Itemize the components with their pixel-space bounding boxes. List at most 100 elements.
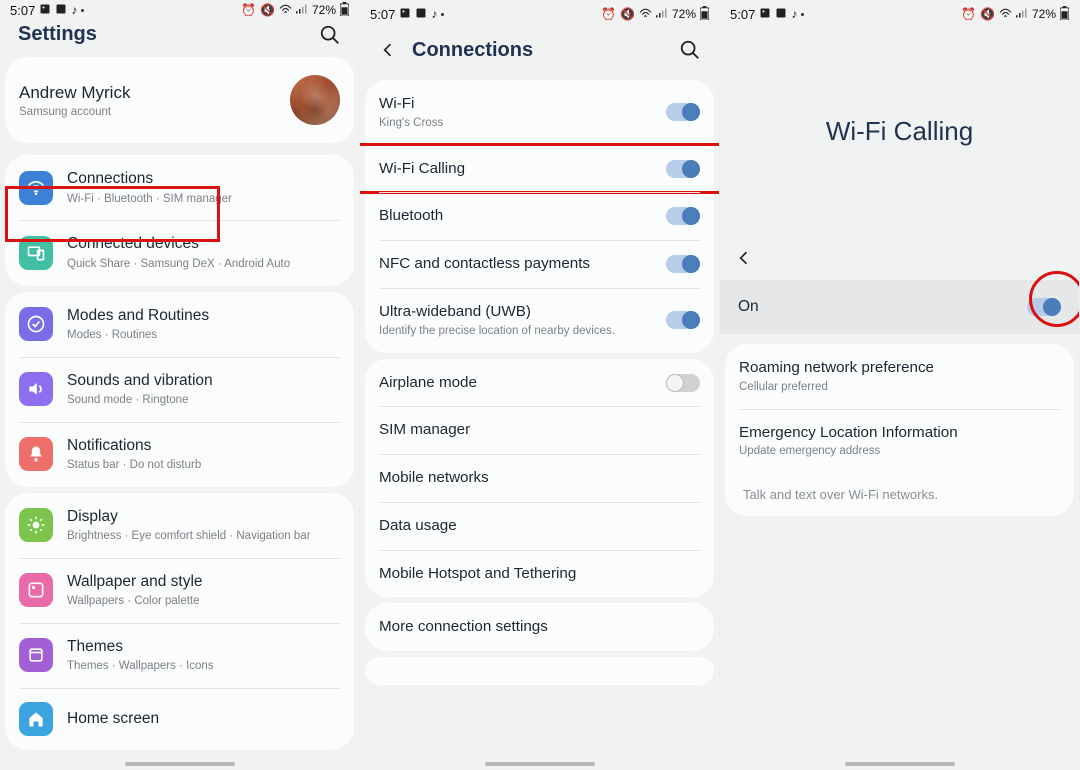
- image-icon: [399, 7, 411, 21]
- settings-row-notifications[interactable]: Notifications Status bar · Do not disturb: [5, 422, 354, 487]
- back-button[interactable]: [378, 40, 398, 60]
- header: Settings: [0, 18, 359, 51]
- sound-icon: [19, 372, 53, 406]
- row-title: Wi-Fi: [379, 94, 666, 114]
- row-sub: Themes · Wallpapers · Icons: [67, 659, 340, 674]
- alarm-icon: ⏰: [961, 8, 976, 20]
- master-toggle-row[interactable]: On: [720, 280, 1079, 334]
- settings-row-connected-devices[interactable]: Connected devicesQuick Share · Samsung D…: [5, 220, 354, 285]
- conn-row-bluetooth[interactable]: Bluetooth: [365, 192, 714, 240]
- row-title: NFC and contactless payments: [379, 254, 666, 274]
- signal-icon: [656, 8, 668, 20]
- home-icon: [19, 702, 53, 736]
- toggle-switch[interactable]: [1027, 298, 1061, 316]
- row-title: SIM manager: [379, 420, 700, 440]
- settings-row-connections[interactable]: Connections Wi-Fi · Bluetooth · SIM manag…: [5, 155, 354, 220]
- signal-icon: [296, 4, 308, 16]
- profile-name: Andrew Myrick: [19, 83, 290, 103]
- on-label: On: [738, 298, 1027, 316]
- conn-row-nfc-and-contactless-payments[interactable]: NFC and contactless payments: [365, 240, 714, 288]
- battery-icon: [1060, 6, 1069, 22]
- page-title: Settings: [18, 23, 97, 46]
- alarm-icon: ⏰: [601, 8, 616, 20]
- row-title: Connections: [67, 169, 340, 189]
- row-title: Wallpaper and style: [67, 572, 340, 592]
- back-button[interactable]: [734, 248, 754, 268]
- row-sub: Wi-Fi · Bluetooth · SIM manager: [67, 192, 340, 207]
- wifi-row-emergency-location-information[interactable]: Emergency Location InformationUpdate eme…: [725, 409, 1074, 474]
- devices-icon: [19, 236, 53, 270]
- clock-text: 5:07: [730, 7, 755, 22]
- conn-row-mobile-hotspot-and-tethering[interactable]: Mobile Hotspot and Tethering: [365, 550, 714, 598]
- row-title: Data usage: [379, 516, 700, 536]
- conn-row-more-connection-settings[interactable]: More connection settings: [365, 603, 714, 651]
- music-icon: ♪: [71, 4, 77, 16]
- connections-card: Airplane mode SIM manager Mobile networks D…: [365, 359, 714, 598]
- conn-row-data-usage[interactable]: Data usage: [365, 502, 714, 550]
- row-title: Wi-Fi Calling: [379, 159, 666, 179]
- row-title: Emergency Location Information: [739, 423, 1060, 443]
- image-icon: [39, 3, 51, 17]
- avatar[interactable]: [290, 75, 340, 125]
- battery-text: 72%: [672, 7, 696, 21]
- settings-row-home-screen[interactable]: Home screen: [5, 688, 354, 750]
- nav-handle[interactable]: [845, 762, 955, 766]
- more-icon: [801, 13, 804, 16]
- settings-row-sounds-and-vibration[interactable]: Sounds and vibrationSound mode · Rington…: [5, 357, 354, 422]
- toggle-switch[interactable]: [666, 207, 700, 225]
- settings-card: Connections Wi-Fi · Bluetooth · SIM manag…: [5, 155, 354, 285]
- footnote: Talk and text over Wi-Fi networks.: [725, 473, 1074, 516]
- conn-row-wi-fi-calling[interactable]: Wi-Fi Calling: [365, 145, 714, 193]
- row-title: Roaming network preference: [739, 358, 1060, 378]
- hero: Wi-Fi Calling: [720, 26, 1079, 236]
- conn-row-mobile-networks[interactable]: Mobile networks: [365, 454, 714, 502]
- settings-card: DisplayBrightness · Eye comfort shield ·…: [5, 493, 354, 750]
- header: Connections: [360, 26, 719, 74]
- more-icon: [81, 9, 84, 12]
- battery-icon: [700, 6, 709, 22]
- bell-icon: [19, 437, 53, 471]
- music-icon: ♪: [431, 8, 437, 20]
- row-sub: Update emergency address: [739, 444, 1060, 459]
- settings-row-display[interactable]: DisplayBrightness · Eye comfort shield ·…: [5, 493, 354, 558]
- wifi-row-roaming-network-preference[interactable]: Roaming network preferenceCellular prefe…: [725, 344, 1074, 409]
- wifi-icon: [279, 4, 292, 16]
- row-sub: Brightness · Eye comfort shield · Naviga…: [67, 529, 340, 544]
- nav-handle[interactable]: [125, 762, 235, 766]
- screen-settings: 5:07 ♪ ⏰ 🔇 72% Settings: [0, 0, 360, 770]
- conn-row-ultra-wideband-uwb-[interactable]: Ultra-wideband (UWB)Identify the precise…: [365, 288, 714, 353]
- conn-row-blank[interactable]: [365, 657, 714, 685]
- connections-card: [365, 657, 714, 685]
- settings-row-wallpaper-and-style[interactable]: Wallpaper and style Wallpapers · Color pa…: [5, 558, 354, 623]
- row-title: Notifications: [67, 436, 340, 456]
- toggle-switch[interactable]: [666, 160, 700, 178]
- gallery-icon: [55, 3, 67, 17]
- clock-text: 5:07: [370, 7, 395, 22]
- search-icon[interactable]: [679, 39, 701, 61]
- row-sub: King's Cross: [379, 116, 666, 131]
- connections-card: Wi-Fi King's Cross Wi-Fi Calling Bluetooth N…: [365, 80, 714, 353]
- statusbar: 5:07 ♪ ⏰ 🔇 72%: [360, 0, 719, 26]
- settings-row-modes-and-routines[interactable]: Modes and RoutinesModes · Routines: [5, 292, 354, 357]
- gallery-icon: [415, 7, 427, 21]
- themes-icon: [19, 638, 53, 672]
- conn-row-sim-manager[interactable]: SIM manager: [365, 406, 714, 454]
- toggle-switch[interactable]: [666, 103, 700, 121]
- nav-handle[interactable]: [485, 762, 595, 766]
- row-sub: Status bar · Do not disturb: [67, 458, 340, 473]
- row-title: Mobile Hotspot and Tethering: [379, 564, 700, 584]
- toggle-switch[interactable]: [666, 311, 700, 329]
- search-icon[interactable]: [319, 24, 341, 46]
- toggle-switch[interactable]: [666, 374, 700, 392]
- settings-row-themes[interactable]: ThemesThemes · Wallpapers · Icons: [5, 623, 354, 688]
- palette-icon: [19, 573, 53, 607]
- row-sub: Wallpapers · Color palette: [67, 594, 340, 609]
- conn-row-wi-fi[interactable]: Wi-Fi King's Cross: [365, 80, 714, 145]
- account-card[interactable]: Andrew Myrick Samsung account: [5, 57, 354, 143]
- toggle-switch[interactable]: [666, 255, 700, 273]
- music-icon: ♪: [791, 8, 797, 20]
- hero-title: Wi-Fi Calling: [826, 116, 973, 147]
- battery-text: 72%: [1032, 7, 1056, 21]
- check-icon: [19, 307, 53, 341]
- conn-row-airplane-mode[interactable]: Airplane mode: [365, 359, 714, 407]
